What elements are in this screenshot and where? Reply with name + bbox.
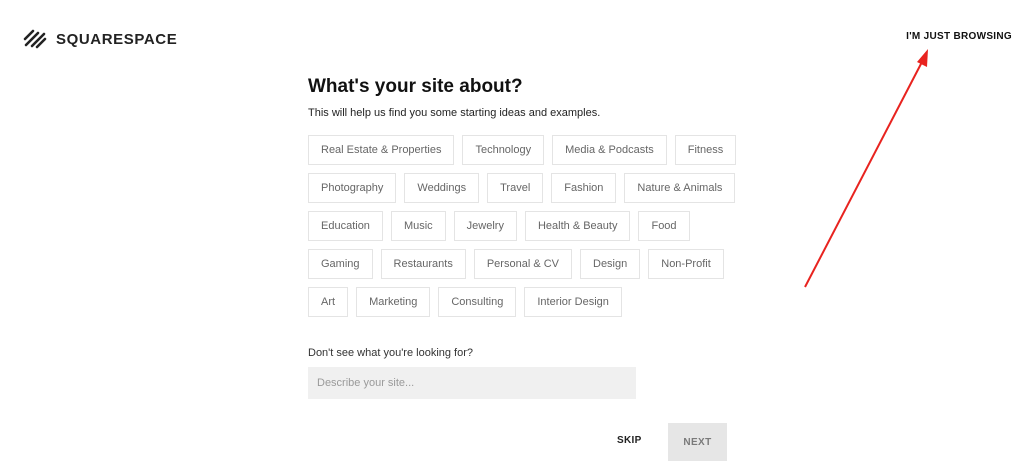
- category-chip-fitness[interactable]: Fitness: [674, 135, 737, 165]
- logo-wordmark: SQUARESPACE: [56, 30, 178, 48]
- skip-button[interactable]: SKIP: [617, 435, 642, 446]
- just-browsing-link[interactable]: I'M JUST BROWSING: [906, 31, 1012, 42]
- category-chip-nature-animals[interactable]: Nature & Animals: [624, 173, 736, 203]
- annotation-arrow-shaft: [804, 59, 924, 288]
- category-row: Education Music Jewelry Health & Beauty …: [308, 211, 728, 241]
- category-chip-food[interactable]: Food: [638, 211, 690, 241]
- category-chip-consulting[interactable]: Consulting: [438, 287, 517, 317]
- category-chip-design[interactable]: Design: [580, 249, 641, 279]
- category-chip-education[interactable]: Education: [308, 211, 383, 241]
- squarespace-logo-icon: [23, 29, 47, 49]
- category-chip-gaming[interactable]: Gaming: [308, 249, 373, 279]
- category-chip-health-beauty[interactable]: Health & Beauty: [524, 211, 631, 241]
- annotation-arrow-head: [917, 49, 928, 67]
- category-chip-photography[interactable]: Photography: [308, 173, 397, 203]
- category-chip-interior-design[interactable]: Interior Design: [524, 287, 622, 317]
- category-chip-real-estate[interactable]: Real Estate & Properties: [308, 135, 455, 165]
- category-chip-personal-cv[interactable]: Personal & CV: [473, 249, 572, 279]
- describe-site-input[interactable]: [308, 367, 636, 399]
- category-chip-non-profit[interactable]: Non-Profit: [648, 249, 724, 279]
- category-row: Photography Weddings Travel Fashion Natu…: [308, 173, 736, 203]
- category-chip-art[interactable]: Art: [308, 287, 349, 317]
- category-chip-fashion[interactable]: Fashion: [551, 173, 617, 203]
- category-row: Gaming Restaurants Personal & CV Design …: [308, 249, 728, 279]
- category-chip-weddings[interactable]: Weddings: [404, 173, 480, 203]
- describe-site-label: Don't see what you're looking for?: [308, 347, 474, 359]
- page-title: What's your site about?: [308, 76, 523, 97]
- next-button[interactable]: NEXT: [668, 423, 727, 461]
- category-chip-media-podcasts[interactable]: Media & Podcasts: [552, 135, 667, 165]
- squarespace-logo[interactable]: SQUARESPACE: [22, 28, 177, 50]
- category-list: Real Estate & Properties Technology Medi…: [308, 135, 737, 317]
- category-row: Art Marketing Consulting Interior Design: [308, 287, 728, 317]
- category-row: Real Estate & Properties Technology Medi…: [308, 135, 737, 165]
- category-chip-music[interactable]: Music: [390, 211, 446, 241]
- category-chip-marketing[interactable]: Marketing: [356, 287, 431, 317]
- category-chip-jewelry[interactable]: Jewelry: [453, 211, 517, 241]
- category-chip-travel[interactable]: Travel: [487, 173, 544, 203]
- category-chip-technology[interactable]: Technology: [462, 135, 545, 165]
- category-chip-restaurants[interactable]: Restaurants: [380, 249, 466, 279]
- site-topic-form: What's your site about? This will help u…: [308, 76, 737, 399]
- page-subtitle: This will help us find you some starting…: [308, 107, 601, 119]
